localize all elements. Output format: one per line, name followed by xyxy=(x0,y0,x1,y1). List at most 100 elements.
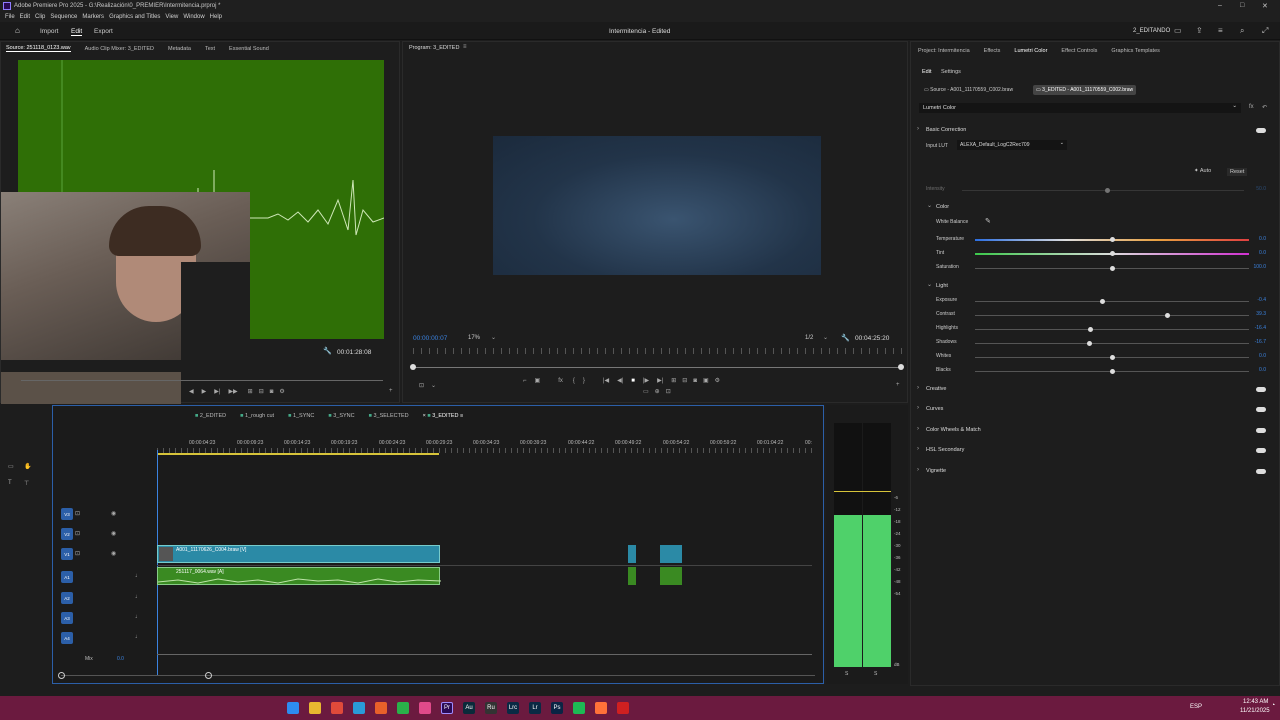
add-button-icon[interactable]: + xyxy=(896,382,900,388)
contrast-slider[interactable] xyxy=(975,313,1249,318)
tab-metadata[interactable]: Metadata xyxy=(168,46,191,52)
light-chevron-icon[interactable]: ⌄ xyxy=(927,281,932,288)
subtab-edit[interactable]: Edit xyxy=(922,69,931,75)
basic-correction-toggle[interactable] xyxy=(1256,128,1266,133)
premiere-taskbar-icon[interactable]: Pr xyxy=(441,702,453,714)
audition-icon[interactable]: Au xyxy=(463,702,475,714)
language-indicator[interactable]: ESP xyxy=(1190,704,1202,710)
windows-start-icon[interactable] xyxy=(287,702,299,714)
zoom-chevron-icon[interactable]: ⌄ xyxy=(491,334,496,341)
shadows-knob[interactable] xyxy=(1087,341,1092,346)
go-to-out-icon[interactable]: ▶▶ xyxy=(228,388,237,395)
lock-icon[interactable]: ⊡ xyxy=(75,510,80,517)
safe-margin-icon[interactable]: ⊡ xyxy=(666,388,671,395)
vertical-type-tool-icon[interactable]: ⊤ xyxy=(24,480,29,487)
mic-icon[interactable]: ♩ xyxy=(135,594,141,600)
resolution-chevron-icon[interactable]: ⌄ xyxy=(823,334,828,341)
section-curves[interactable]: Curves xyxy=(926,406,943,412)
menu-window[interactable]: Window xyxy=(183,14,204,20)
intensity-knob[interactable] xyxy=(1105,188,1110,193)
effect-select[interactable]: Lumetri Color ⌄ xyxy=(919,103,1241,113)
menu-clip[interactable]: Clip xyxy=(35,14,45,20)
zoom-select[interactable]: 17% xyxy=(468,335,480,341)
whites-knob[interactable] xyxy=(1110,355,1115,360)
multicam-icon[interactable]: ▭ xyxy=(643,388,649,395)
sequence-clip-button[interactable]: ▭ 3_EDITED - A001_11170559_C002.braw xyxy=(1033,85,1137,95)
extract-icon[interactable]: ⊟ xyxy=(682,377,687,384)
color-wheels-toggle[interactable] xyxy=(1256,428,1266,433)
home-icon[interactable]: ⌂ xyxy=(15,26,20,35)
spotify-icon[interactable] xyxy=(573,702,585,714)
input-lut-select[interactable]: ALEXA_Default_LogC2Rec709 ⌄ xyxy=(957,140,1067,150)
fx-icon[interactable]: fx xyxy=(1249,104,1254,110)
camera-icon[interactable]: ◙ xyxy=(693,378,697,384)
lock-icon[interactable]: ⊡ xyxy=(75,550,80,557)
section-color-wheels[interactable]: Color Wheels & Match xyxy=(926,427,981,433)
program-title[interactable]: Program: 3_EDITED xyxy=(409,45,459,51)
mark-in-icon[interactable]: ◀ xyxy=(189,388,194,395)
seq-tab-3-sync[interactable]: ■ 3_SYNC xyxy=(328,413,354,419)
work-area-bar[interactable] xyxy=(157,453,439,455)
program-timecode[interactable]: 00:00:00:07 xyxy=(413,335,447,342)
mark-in-bracket-icon[interactable]: { xyxy=(573,378,575,384)
lock-icon[interactable]: ▣ xyxy=(535,377,541,384)
eye-icon[interactable]: ◉ xyxy=(111,550,116,557)
auto-button[interactable]: ✦ Auto xyxy=(1194,168,1211,174)
edge-icon[interactable] xyxy=(353,702,365,714)
wrench-icon[interactable]: 🔧 xyxy=(323,347,332,355)
clock-time[interactable]: 12:43 AM xyxy=(1243,699,1268,705)
fit-icon[interactable]: ⊡ xyxy=(419,382,424,389)
section-hsl-secondary[interactable]: HSL Secondary xyxy=(926,447,964,453)
hand-tool-icon[interactable]: ✋ xyxy=(24,463,31,470)
track-target-a4[interactable]: A4 xyxy=(61,632,73,644)
creative-chevron-icon[interactable]: › xyxy=(917,385,919,391)
seq-tab-2-edited[interactable]: ■ 2_EDITED xyxy=(195,413,226,419)
track-target-v3[interactable]: V3 xyxy=(61,508,73,520)
menu-graphics[interactable]: Graphics and Titles xyxy=(109,14,160,20)
mix-value[interactable]: 0.0 xyxy=(117,656,124,662)
settings-icon[interactable]: ⚙ xyxy=(279,388,284,395)
tab-source[interactable]: Source: 251118_0123.wav xyxy=(6,45,71,52)
photoshop-icon[interactable]: Ps xyxy=(551,702,563,714)
basic-correction-chevron-icon[interactable]: › xyxy=(917,126,919,132)
menu-help[interactable]: Help xyxy=(210,14,222,20)
resolve-icon[interactable]: Ru xyxy=(485,702,497,714)
type-tool-icon[interactable]: T xyxy=(8,480,12,486)
acrobat-icon[interactable] xyxy=(617,702,629,714)
eyedropper-icon[interactable]: ✎ xyxy=(985,217,991,225)
source-clip-button[interactable]: ▭ Source - A001_11170559_C002.braw xyxy=(921,85,1016,95)
seq-tab-3-edited[interactable]: × ■ 3_EDITED ≡ xyxy=(423,413,464,419)
program-scrubber[interactable] xyxy=(413,367,901,368)
step-back-icon[interactable]: ◀| xyxy=(617,377,623,384)
fx-icon[interactable]: fx xyxy=(558,378,563,384)
contrast-knob[interactable] xyxy=(1165,313,1170,318)
basic-correction-header[interactable]: Basic Correction xyxy=(926,127,966,133)
tab-graphics-templates[interactable]: Graphics Templates xyxy=(1111,48,1160,54)
vignette-chevron-icon[interactable]: › xyxy=(917,467,919,473)
video-clip-small-1[interactable] xyxy=(628,545,636,563)
close-icon[interactable]: ✕ xyxy=(1262,2,1268,10)
mic-icon[interactable]: ♩ xyxy=(135,634,141,640)
timeline-scrollbar[interactable] xyxy=(61,675,815,676)
meter-right-level[interactable] xyxy=(863,515,891,667)
program-wrench-icon[interactable]: 🔧 xyxy=(841,334,850,342)
firefox-icon[interactable] xyxy=(595,702,607,714)
tab-lumetri-color[interactable]: Lumetri Color xyxy=(1014,48,1047,54)
notification-icon[interactable]: ◔ xyxy=(1271,702,1275,709)
shadows-slider[interactable] xyxy=(975,341,1249,346)
tab-text[interactable]: Text xyxy=(205,46,215,52)
lift-icon[interactable]: ⊞ xyxy=(671,377,676,384)
media-encoder-icon[interactable] xyxy=(419,702,431,714)
wheels-chevron-icon[interactable]: › xyxy=(917,426,919,432)
mark-out-bracket-icon[interactable]: } xyxy=(583,378,585,384)
track-target-a1[interactable]: A1 xyxy=(61,571,73,583)
menu-edit[interactable]: Edit xyxy=(20,14,30,20)
section-creative[interactable]: Creative xyxy=(926,386,946,392)
highlights-knob[interactable] xyxy=(1088,327,1093,332)
fit-chevron-icon[interactable]: ⌄ xyxy=(431,382,436,389)
scroll-handle-right[interactable] xyxy=(205,672,212,679)
chrome-icon[interactable] xyxy=(331,702,343,714)
export-frame-icon[interactable]: ◙ xyxy=(270,389,274,395)
program-scrubber-start[interactable] xyxy=(410,364,416,370)
audio-clip-small-1[interactable] xyxy=(628,567,636,585)
